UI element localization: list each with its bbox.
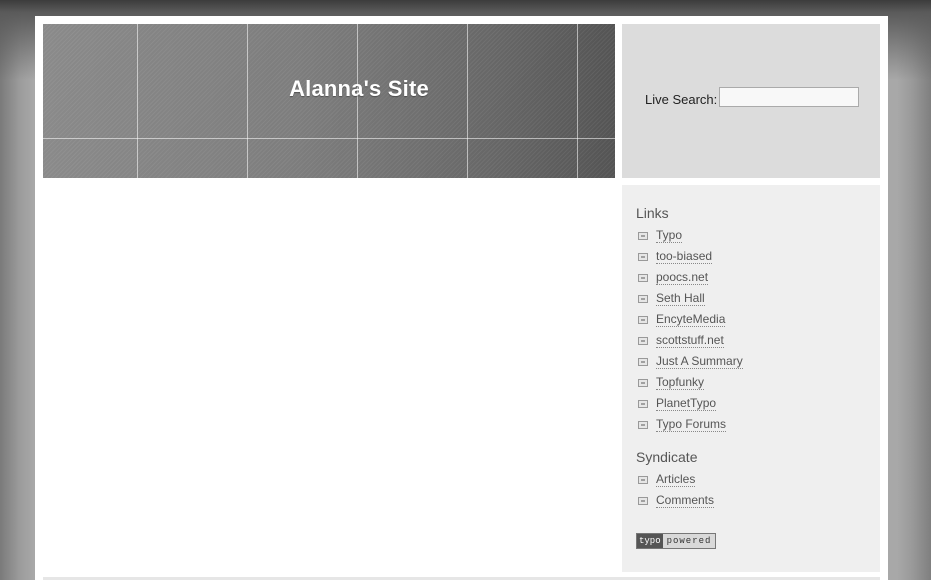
list-bullet-icon [638, 336, 648, 345]
list-item: poocs.net [638, 267, 743, 288]
syndicate-link-comments[interactable]: Comments [656, 493, 715, 508]
list-item: Typo Forums [638, 414, 743, 435]
sidebar-link-poocs[interactable]: poocs.net [656, 270, 709, 285]
list-item: PlanetTypo [638, 393, 743, 414]
list-bullet-icon [638, 357, 648, 366]
search-input[interactable] [719, 87, 859, 107]
sidebar-link-scottstuff[interactable]: scottstuff.net [656, 333, 724, 348]
header-grid-line [43, 138, 615, 139]
site-header: Alanna's Site [43, 24, 615, 178]
sidebar-link-typo-forums[interactable]: Typo Forums [656, 417, 727, 432]
list-item: EncyteMedia [638, 309, 743, 330]
list-bullet-icon [638, 231, 648, 240]
list-item: Topfunky [638, 372, 743, 393]
site-title[interactable]: Alanna's Site [43, 76, 615, 102]
list-bullet-icon [638, 420, 648, 429]
links-heading: Links [636, 205, 669, 221]
list-bullet-icon [638, 273, 648, 282]
list-bullet-icon [638, 496, 648, 505]
syndicate-list: Articles Comments [638, 469, 715, 511]
page-container: Alanna's Site Live Search: Links Typo to… [35, 16, 888, 580]
sidebar-link-seth-hall[interactable]: Seth Hall [656, 291, 705, 306]
list-bullet-icon [638, 475, 648, 484]
list-bullet-icon [638, 378, 648, 387]
list-bullet-icon [638, 252, 648, 261]
typo-powered-badge[interactable]: typo powered [636, 533, 717, 549]
badge-right-text: powered [662, 534, 716, 548]
sidebar-link-planettypo[interactable]: PlanetTypo [656, 396, 717, 411]
sidebar: Links Typo too-biased poocs.net Seth Hal… [622, 185, 880, 572]
sidebar-link-too-biased[interactable]: too-biased [656, 249, 713, 264]
list-item: scottstuff.net [638, 330, 743, 351]
list-bullet-icon [638, 294, 648, 303]
list-item: Seth Hall [638, 288, 743, 309]
list-item: too-biased [638, 246, 743, 267]
badge-left-text: typo [637, 534, 663, 548]
list-item: Typo [638, 225, 743, 246]
main-content [43, 185, 615, 572]
search-label: Live Search: [645, 92, 718, 107]
list-item: Comments [638, 490, 715, 511]
sidebar-link-just-a-summary[interactable]: Just A Summary [656, 354, 743, 369]
sidebar-link-encytemedia[interactable]: EncyteMedia [656, 312, 726, 327]
live-search-panel: Live Search: [622, 24, 880, 178]
sidebar-link-topfunky[interactable]: Topfunky [656, 375, 705, 390]
syndicate-heading: Syndicate [636, 449, 698, 465]
list-item: Articles [638, 469, 714, 490]
sidebar-link-typo[interactable]: Typo [656, 228, 683, 243]
list-bullet-icon [638, 399, 648, 408]
list-bullet-icon [638, 315, 648, 324]
list-item: Just A Summary [638, 351, 743, 372]
links-list: Typo too-biased poocs.net Seth Hall Ency… [638, 225, 743, 435]
syndicate-link-articles[interactable]: Articles [656, 472, 696, 487]
